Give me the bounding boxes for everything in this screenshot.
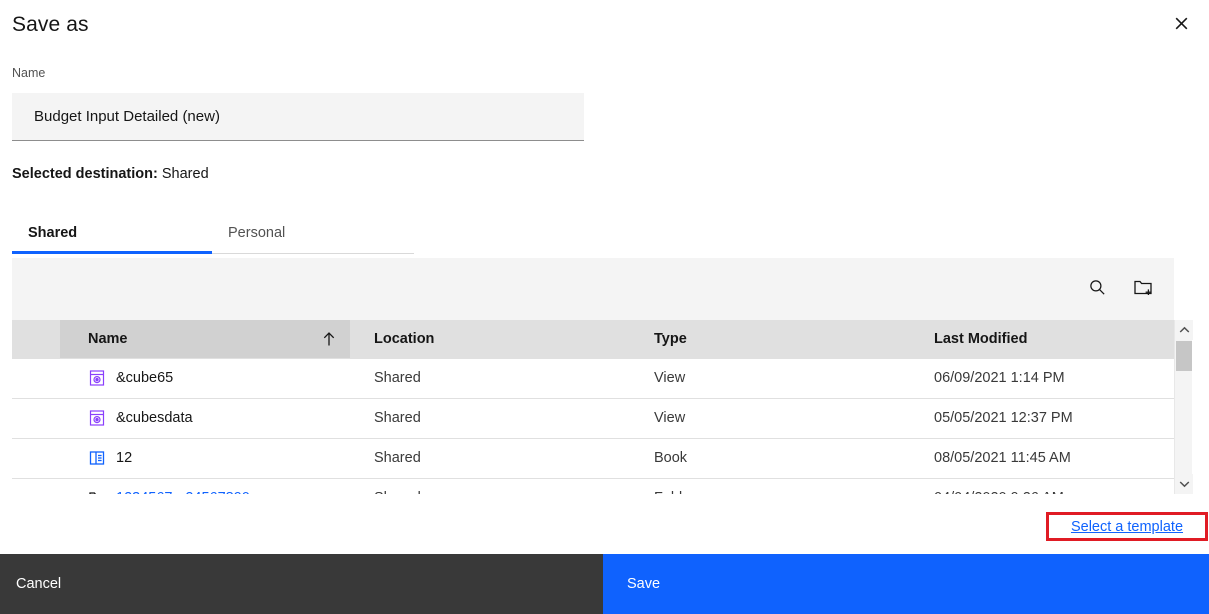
row-last-modified: 06/09/2021 1:14 PM	[910, 358, 1174, 399]
new-folder-button[interactable]	[1120, 266, 1166, 312]
arrow-up-icon	[322, 331, 336, 347]
row-name-cell[interactable]: 1234567 - 24567890	[60, 478, 350, 494]
column-header-location-label: Location	[374, 330, 435, 347]
select-template-highlight: Select a template	[1046, 512, 1208, 541]
column-header-name[interactable]: Name	[60, 320, 350, 359]
row-location: Shared	[350, 478, 630, 494]
row-last-modified: 04/04/2020 9:26 AM	[910, 478, 1174, 494]
scrollbar-thumb[interactable]	[1176, 341, 1192, 371]
row-type: Folder	[630, 478, 910, 494]
table-toolbar	[12, 258, 1174, 320]
scroll-down-button[interactable]	[1175, 474, 1193, 494]
row-last-modified: 05/05/2021 12:37 PM	[910, 398, 1174, 439]
close-icon	[1173, 15, 1190, 32]
column-header-name-label: Name	[88, 330, 128, 347]
folder-icon	[88, 489, 106, 494]
row-location: Shared	[350, 438, 630, 479]
destination-label: Selected destination:	[12, 166, 158, 182]
column-select-all[interactable]	[12, 320, 60, 359]
destination-value: Shared	[161, 166, 209, 182]
column-header-last-modified-label: Last Modified	[934, 330, 1028, 347]
location-tabs: Shared Personal	[12, 214, 414, 254]
row-name-label: 1234567 - 24567890	[116, 490, 250, 494]
column-header-last-modified[interactable]: Last Modified	[910, 320, 1174, 359]
close-button[interactable]	[1161, 4, 1201, 42]
select-template-link[interactable]: Select a template	[1071, 519, 1183, 535]
row-name-label: &cube65	[116, 370, 174, 386]
row-type: Book	[630, 438, 910, 479]
book-icon	[88, 449, 106, 467]
tab-shared-label: Shared	[28, 224, 78, 241]
column-header-location[interactable]: Location	[350, 320, 630, 359]
tab-shared[interactable]: Shared	[12, 214, 212, 254]
row-name-cell[interactable]: &cubesdata	[60, 398, 350, 439]
column-header-type-label: Type	[654, 330, 687, 347]
file-table: Name Location Type Last Modified &cube65…	[12, 320, 1174, 494]
page-title: Save as	[12, 13, 89, 36]
row-type: View	[630, 358, 910, 399]
new-folder-icon	[1133, 278, 1153, 300]
scroll-up-button[interactable]	[1175, 320, 1193, 340]
file-table-container: Name Location Type Last Modified &cube65…	[12, 320, 1174, 494]
row-checkbox[interactable]	[12, 358, 60, 399]
save-button[interactable]: Save	[603, 554, 1209, 614]
table-row[interactable]: &cubesdata Shared View 05/05/2021 12:37 …	[12, 398, 1174, 439]
tab-personal-label: Personal	[228, 224, 286, 241]
row-name-label: &cubesdata	[116, 410, 193, 426]
row-last-modified: 08/05/2021 11:45 AM	[910, 438, 1174, 479]
row-checkbox[interactable]	[12, 438, 60, 479]
cancel-button[interactable]: Cancel	[0, 554, 603, 614]
chevron-up-icon	[1179, 321, 1190, 339]
table-header-row: Name Location Type Last Modified	[12, 320, 1174, 359]
row-checkbox[interactable]	[12, 398, 60, 439]
row-location: Shared	[350, 398, 630, 439]
row-name-label: 12	[116, 450, 133, 466]
save-as-dialog: Save as Name Selected destination: Share…	[0, 0, 1209, 614]
row-type: View	[630, 398, 910, 439]
row-name-cell[interactable]: &cube65	[60, 358, 350, 399]
search-button[interactable]	[1074, 266, 1120, 312]
dialog-footer: Cancel Save	[0, 554, 1209, 614]
tab-personal[interactable]: Personal	[212, 214, 412, 254]
row-name-cell[interactable]: 12	[60, 438, 350, 479]
file-table-body: &cube65 Shared View 06/09/2021 1:14 PM &…	[12, 358, 1174, 494]
table-row[interactable]: &cube65 Shared View 06/09/2021 1:14 PM	[12, 358, 1174, 399]
chevron-down-icon	[1179, 475, 1190, 493]
view-cube-icon	[88, 409, 106, 427]
search-icon	[1088, 278, 1107, 300]
selected-destination: Selected destination: Shared	[12, 166, 209, 182]
view-cube-icon	[88, 369, 106, 387]
name-field-label: Name	[12, 66, 46, 80]
column-header-type[interactable]: Type	[630, 320, 910, 359]
table-row[interactable]: 1234567 - 24567890 Shared Folder 04/04/2…	[12, 478, 1174, 494]
name-input[interactable]	[12, 93, 584, 141]
row-location: Shared	[350, 358, 630, 399]
table-row[interactable]: 12 Shared Book 08/05/2021 11:45 AM	[12, 438, 1174, 479]
table-vertical-scrollbar[interactable]	[1174, 320, 1193, 494]
row-checkbox[interactable]	[12, 478, 60, 494]
